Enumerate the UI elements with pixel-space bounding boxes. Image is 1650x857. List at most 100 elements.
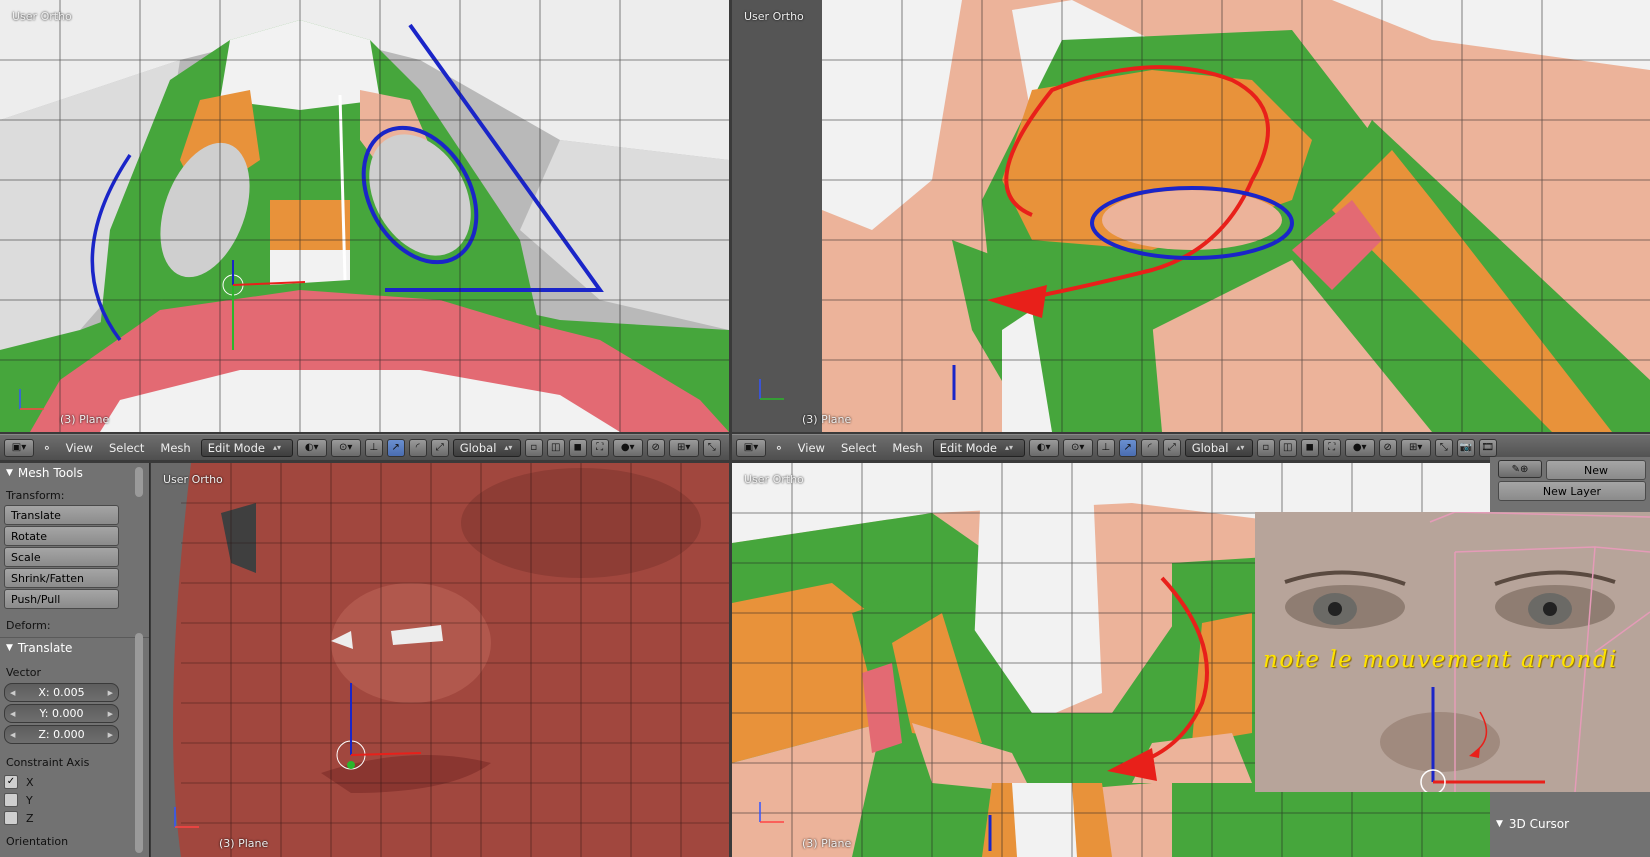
object-label: (3) Plane	[802, 413, 852, 426]
checkbox-label: X	[26, 775, 34, 789]
increment-icon: ▶	[107, 688, 113, 697]
reference-image-overlay: note le mouvement arrondi	[1255, 512, 1650, 792]
scale-manipulator-icon[interactable]: ⤢	[430, 438, 449, 457]
updown-icon: ▴▾	[504, 443, 513, 452]
viewport-top-left[interactable]: User Ortho (3) Plane	[0, 0, 729, 432]
face-select-icon[interactable]: ◼	[568, 438, 587, 457]
scale-manipulator-icon[interactable]: ⤢	[1162, 438, 1181, 457]
rotate-button[interactable]: Rotate	[4, 526, 119, 546]
axis-gizmo-icon	[174, 807, 199, 828]
mode-selector[interactable]: Edit Mode ▴▾	[932, 438, 1025, 457]
menu-view[interactable]: View	[792, 441, 831, 455]
updown-icon: ▴▾	[272, 443, 281, 452]
shading-button[interactable]: ◐▾	[1028, 438, 1059, 457]
mode-label: Edit Mode	[207, 440, 265, 455]
tool-shelf: ▼ Mesh Tools Transform: Translate Rotate…	[0, 463, 150, 857]
mesh-tools-panel-header[interactable]: ▼ Mesh Tools	[0, 463, 149, 483]
viewport-title: User Ortho	[12, 10, 72, 23]
face-select-icon[interactable]: ◼	[1300, 438, 1319, 457]
viewport-bottom-left[interactable]: User Ortho (3) Plane	[151, 463, 729, 857]
object-label: (3) Plane	[60, 413, 110, 426]
menu-view[interactable]: View	[60, 441, 99, 455]
rotate-manipulator-icon[interactable]: ◜	[408, 438, 427, 457]
constraint-z-checkbox[interactable]: Z	[4, 811, 149, 825]
object-label: (3) Plane	[219, 837, 269, 850]
orientation-selector[interactable]: Global ▴▾	[452, 438, 521, 457]
viewport-top-right[interactable]: User Ortho (3) Plane	[732, 0, 1650, 432]
panel-title: Mesh Tools	[17, 466, 83, 480]
pivot-button[interactable]: ⊙▾	[330, 438, 361, 457]
snap-element-button[interactable]: ⊞▾	[668, 438, 699, 457]
snap-target-icon[interactable]: ⤡	[702, 438, 721, 457]
menu-mesh[interactable]: Mesh	[886, 441, 928, 455]
increment-icon: ▶	[107, 730, 113, 739]
editor-type-button[interactable]: ▣▾	[4, 438, 34, 457]
pivot-button[interactable]: ⊙▾	[1062, 438, 1093, 457]
translate-manipulator-icon[interactable]: ↗	[1118, 438, 1137, 457]
translate-panel-header[interactable]: ▼ Translate	[0, 638, 149, 658]
menu-toggle-icon[interactable]: ⚬	[38, 441, 56, 455]
edge-select-icon[interactable]: ◫	[546, 438, 565, 457]
object-label: (3) Plane	[802, 837, 852, 850]
new-layer-button[interactable]: New Layer	[1498, 481, 1646, 501]
grease-pencil-icon[interactable]: ✎⊕	[1498, 460, 1542, 478]
orientation-label: Global	[1191, 440, 1229, 455]
vertex-select-icon[interactable]: ▫	[524, 438, 543, 457]
new-button[interactable]: New	[1546, 460, 1646, 480]
snap-element-button[interactable]: ⊞▾	[1400, 438, 1431, 457]
proportional-edit-button[interactable]: ●▾	[1344, 438, 1375, 457]
decrement-icon: ◀	[10, 709, 16, 718]
scale-button[interactable]: Scale	[4, 547, 119, 567]
translate-button[interactable]: Translate	[4, 505, 119, 525]
mesh-scene	[732, 0, 1650, 432]
constraint-y-checkbox[interactable]: Y	[4, 793, 149, 807]
vector-x-field[interactable]: ◀ X: 0.005 ▶	[4, 683, 119, 702]
translate-manipulator-icon[interactable]: ↗	[386, 438, 405, 457]
axis-gizmo-icon	[19, 389, 44, 410]
proportional-edit-button[interactable]: ●▾	[612, 438, 643, 457]
scrollbar[interactable]	[135, 633, 143, 853]
snap-toggle-icon[interactable]: ⊘	[1378, 438, 1397, 457]
clay-mesh-scene	[151, 463, 729, 857]
manipulator-icon[interactable]: ⊥	[364, 438, 383, 457]
vector-z-value: Z: 0.000	[38, 728, 85, 741]
deform-label: Deform:	[6, 619, 51, 632]
mesh-scene	[0, 0, 729, 432]
menu-select[interactable]: Select	[835, 441, 882, 455]
orientation-selector[interactable]: Global ▴▾	[1184, 438, 1253, 457]
limit-selection-icon[interactable]: ⛶	[590, 438, 609, 457]
rotate-manipulator-icon[interactable]: ◜	[1140, 438, 1159, 457]
limit-selection-icon[interactable]: ⛶	[1322, 438, 1341, 457]
vector-label: Vector	[6, 666, 42, 679]
snap-target-icon[interactable]: ⤡	[1434, 438, 1453, 457]
render-animation-icon[interactable]: 🎞	[1478, 438, 1497, 457]
collapse-triangle-icon: ▼	[6, 643, 13, 653]
vector-z-field[interactable]: ◀ Z: 0.000 ▶	[4, 725, 119, 744]
editor-type-button[interactable]: ▣▾	[736, 438, 766, 457]
constraint-axis-label: Constraint Axis	[6, 756, 90, 769]
render-icon[interactable]: 📷	[1456, 438, 1475, 457]
checkbox-box	[4, 811, 18, 825]
collapse-triangle-icon: ▼	[1496, 819, 1503, 829]
vertex-select-icon[interactable]: ▫	[1256, 438, 1275, 457]
3d-cursor-panel-header[interactable]: ▼ 3D Cursor	[1496, 817, 1569, 831]
axis-gizmo-icon	[759, 802, 784, 823]
menu-mesh[interactable]: Mesh	[154, 441, 196, 455]
checkmark-icon: ✓	[4, 775, 18, 789]
shading-button[interactable]: ◐▾	[296, 438, 327, 457]
snap-toggle-icon[interactable]: ⊘	[646, 438, 665, 457]
edge-select-icon[interactable]: ◫	[1278, 438, 1297, 457]
push-pull-button[interactable]: Push/Pull	[4, 589, 119, 609]
mode-label: Edit Mode	[939, 440, 997, 455]
scrollbar[interactable]	[135, 467, 143, 497]
manipulator-icon[interactable]: ⊥	[1096, 438, 1115, 457]
shrink-fatten-button[interactable]: Shrink/Fatten	[4, 568, 119, 588]
mode-selector[interactable]: Edit Mode ▴▾	[200, 438, 293, 457]
panel-title: 3D Cursor	[1508, 817, 1570, 831]
constraint-x-checkbox[interactable]: ✓ X	[4, 775, 149, 789]
menu-toggle-icon[interactable]: ⚬	[770, 441, 788, 455]
menu-select[interactable]: Select	[103, 441, 150, 455]
updown-icon: ▴▾	[1004, 443, 1013, 452]
vector-y-field[interactable]: ◀ Y: 0.000 ▶	[4, 704, 119, 723]
increment-icon: ▶	[107, 709, 113, 718]
